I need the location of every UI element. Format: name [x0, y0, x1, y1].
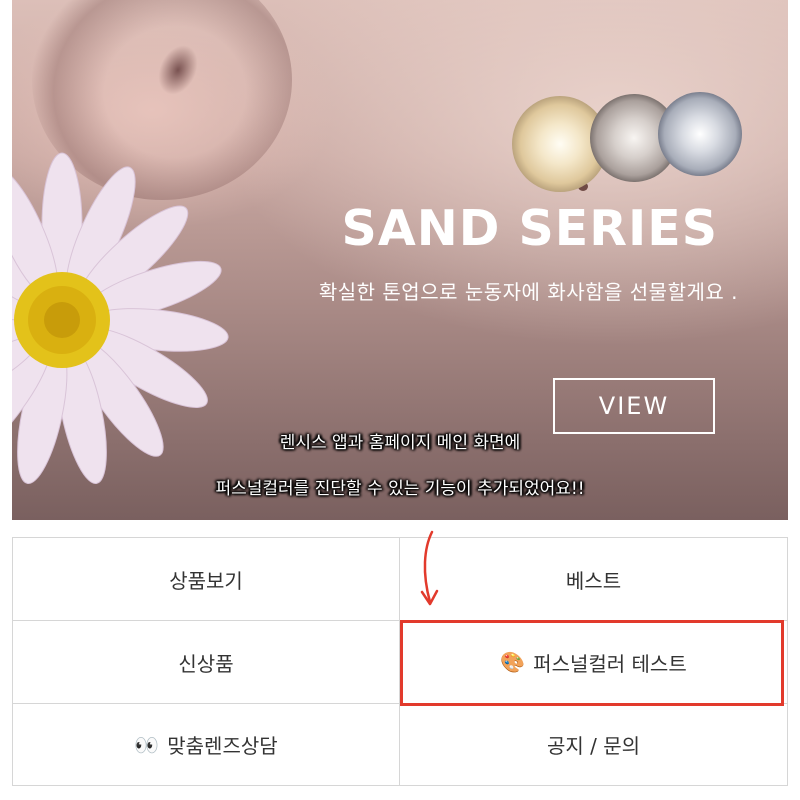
menu-item-label: 신상품 — [178, 651, 234, 676]
promo-banner[interactable]: SAND SERIES 확실한 톤업으로 눈동자에 화사함을 선물할게요 . V… — [12, 0, 788, 520]
menu-item-custom-lens-consult[interactable]: 👀 맞춤렌즈상담 — [13, 704, 400, 785]
menu-item-label: 공지 / 문의 — [546, 734, 641, 758]
menu-item-best[interactable]: 베스트 — [400, 538, 787, 621]
eyes-icon: 👀 — [134, 732, 160, 757]
red-arrow-icon — [420, 530, 439, 606]
annotation-line-1: 렌시스 앱과 홈페이지 메인 화면에 — [279, 433, 521, 453]
menu-item-notice-inquiry[interactable]: 공지 / 문의 — [400, 704, 787, 785]
view-button[interactable]: VIEW — [553, 378, 715, 434]
menu-item-products[interactable]: 상품보기 — [13, 538, 400, 621]
lens-sand-blue-gray-image — [658, 92, 742, 176]
banner-subtitle: 확실한 톤업으로 눈동자에 화사함을 선물할게요 . — [318, 280, 738, 304]
menu-item-label: 퍼스널컬러 테스트 — [533, 651, 687, 676]
annotation-line-2: 퍼스널컬러를 진단할 수 있는 기능이 추가되었어요!! — [215, 479, 585, 499]
menu-item-new-products[interactable]: 신상품 — [13, 621, 400, 704]
menu-item-label: 베스트 — [565, 568, 622, 593]
menu-item-personal-color-test[interactable]: 🎨 퍼스널컬러 테스트 — [400, 621, 787, 704]
banner-title: SAND SERIES — [341, 200, 718, 257]
main-menu-grid: 상품보기 베스트 신상품 🎨 퍼스널컬러 테스트 👀 맞춤렌즈상담 공지 / 문… — [12, 537, 788, 786]
menu-item-label: 상품보기 — [169, 568, 243, 593]
menu-item-label: 맞춤렌즈상담 — [167, 734, 278, 758]
palette-icon: 🎨 — [500, 650, 526, 674]
